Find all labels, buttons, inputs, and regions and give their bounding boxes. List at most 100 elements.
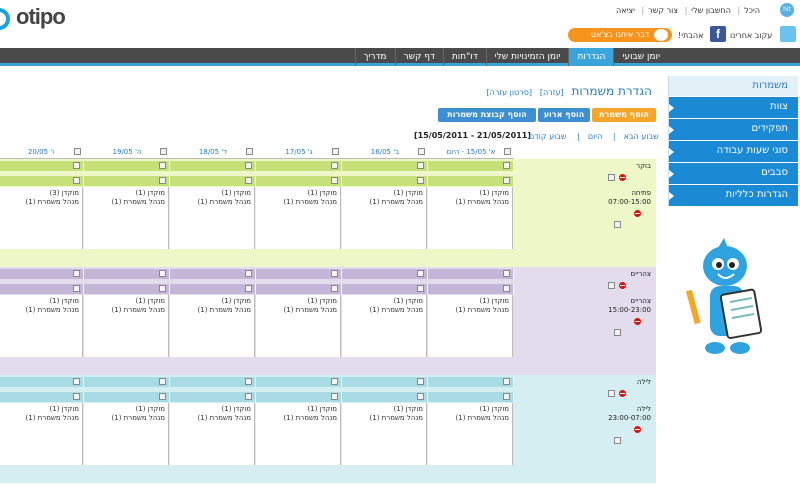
facebook-icon[interactable]: f bbox=[710, 26, 726, 42]
chat-button[interactable]: דבר איתנו בצ'אט bbox=[568, 28, 672, 42]
shift-strip-edit-icon[interactable] bbox=[331, 285, 338, 292]
strip-edit-icon[interactable] bbox=[73, 378, 80, 385]
strip-edit-icon[interactable] bbox=[245, 162, 252, 169]
day-header[interactable]: ו' 20/05 bbox=[0, 145, 84, 159]
sidebar-item-roles[interactable]: תפקידים bbox=[669, 119, 798, 140]
shift-strip-edit-icon[interactable] bbox=[73, 177, 80, 184]
strip-edit-icon[interactable] bbox=[245, 270, 252, 277]
nav-item-3[interactable]: דו"חות bbox=[442, 48, 486, 66]
add-shift-button[interactable]: הוסף משמרת bbox=[592, 108, 656, 122]
strip-edit-icon[interactable] bbox=[503, 162, 510, 169]
shift-cell[interactable]: מוקדן (1) מנהל משמרת (1) bbox=[342, 403, 427, 465]
shift-edit-icon[interactable] bbox=[614, 221, 621, 228]
shift-delete-icon[interactable] bbox=[634, 210, 641, 217]
shift-strip-edit-icon[interactable] bbox=[331, 393, 338, 400]
band-delete-icon[interactable] bbox=[619, 282, 626, 289]
strip-edit-icon[interactable] bbox=[331, 378, 338, 385]
shift-cell[interactable]: מוקדן (1) מנהל משמרת (1) bbox=[428, 295, 513, 357]
help-video-link[interactable]: [סרטון עזרה] bbox=[486, 88, 532, 97]
shift-cell[interactable]: מוקדן (1) מנהל משמרת (1) bbox=[0, 403, 83, 465]
shift-cell[interactable]: מוקדן (1) מנהל משמרת (1) bbox=[170, 403, 255, 465]
sidebar-item-rotations[interactable]: סבבים bbox=[669, 163, 798, 184]
strip-edit-icon[interactable] bbox=[331, 270, 338, 277]
shift-cell[interactable]: מוקדן (3) מנהל משמרת (1) bbox=[0, 187, 83, 249]
band-delete-icon[interactable] bbox=[619, 390, 626, 397]
strip-edit-icon[interactable] bbox=[503, 378, 510, 385]
link-hichal[interactable]: היכל bbox=[744, 6, 760, 15]
shift-edit-icon[interactable] bbox=[614, 437, 621, 444]
band-edit-icon[interactable] bbox=[608, 282, 615, 289]
shift-strip-edit-icon[interactable] bbox=[245, 177, 252, 184]
otipo-logo[interactable]: otipo bbox=[0, 4, 72, 34]
shift-strip-edit-icon[interactable] bbox=[331, 177, 338, 184]
shift-strip-edit-icon[interactable] bbox=[159, 393, 166, 400]
shift-cell[interactable]: מוקדן (1) מנהל משמרת (1) bbox=[84, 295, 169, 357]
shift-strip-edit-icon[interactable] bbox=[245, 285, 252, 292]
sidebar-item-team[interactable]: צוות bbox=[669, 97, 798, 118]
day-edit-icon[interactable] bbox=[504, 148, 511, 155]
shift-delete-icon[interactable] bbox=[634, 426, 641, 433]
strip-edit-icon[interactable] bbox=[417, 270, 424, 277]
prev-week-link[interactable]: שבוע קודם bbox=[529, 132, 567, 141]
strip-edit-icon[interactable] bbox=[331, 162, 338, 169]
sidebar-item-work-hour-types[interactable]: סוגי שעות עבודה bbox=[669, 141, 798, 162]
day-edit-icon[interactable] bbox=[160, 148, 167, 155]
shift-strip-edit-icon[interactable] bbox=[417, 177, 424, 184]
shift-cell[interactable]: מוקדן (1) מנהל משמרת (1) bbox=[84, 187, 169, 249]
strip-edit-icon[interactable] bbox=[417, 378, 424, 385]
nav-item-1[interactable]: הגדרות bbox=[568, 48, 614, 66]
shift-strip-edit-icon[interactable] bbox=[503, 285, 510, 292]
today-link[interactable]: היום bbox=[588, 132, 603, 141]
add-shift-group-button[interactable]: הוסף קבוצת משמרות bbox=[438, 108, 536, 122]
nav-item-4[interactable]: דף קשר bbox=[394, 48, 443, 66]
day-edit-icon[interactable] bbox=[246, 148, 253, 155]
day-header[interactable]: ה' 19/05 bbox=[84, 145, 170, 159]
strip-edit-icon[interactable] bbox=[73, 270, 80, 277]
add-event-button[interactable]: הוסף ארוע bbox=[538, 108, 590, 122]
strip-edit-icon[interactable] bbox=[73, 162, 80, 169]
shift-cell[interactable]: מוקדן (1) מנהל משמרת (1) bbox=[170, 187, 255, 249]
day-header[interactable]: א' 15/05 - היום bbox=[428, 145, 514, 159]
day-header[interactable]: ג' 17/05 bbox=[256, 145, 342, 159]
day-edit-icon[interactable] bbox=[332, 148, 339, 155]
nav-item-2[interactable]: יומן הזמינויות שלי bbox=[485, 48, 569, 66]
link-my-account[interactable]: החשבון שלי bbox=[691, 6, 731, 15]
twitter-icon[interactable] bbox=[780, 26, 796, 42]
shift-strip-edit-icon[interactable] bbox=[417, 393, 424, 400]
shift-edit-icon[interactable] bbox=[614, 329, 621, 336]
help-link[interactable]: [עזרה] bbox=[540, 88, 564, 97]
sidebar-item-shifts[interactable]: משמרות bbox=[669, 76, 798, 96]
shift-strip-edit-icon[interactable] bbox=[417, 285, 424, 292]
nav-item-5[interactable]: מדריך bbox=[354, 48, 395, 66]
strip-edit-icon[interactable] bbox=[159, 378, 166, 385]
strip-edit-icon[interactable] bbox=[503, 270, 510, 277]
shift-strip-edit-icon[interactable] bbox=[159, 285, 166, 292]
shift-cell[interactable]: מוקדן (1) מנהל משמרת (1) bbox=[170, 295, 255, 357]
band-edit-icon[interactable] bbox=[608, 390, 615, 397]
strip-edit-icon[interactable] bbox=[159, 270, 166, 277]
next-week-link[interactable]: שבוע הבא bbox=[624, 132, 659, 141]
link-logout[interactable]: יציאה bbox=[616, 6, 635, 15]
band-delete-icon[interactable] bbox=[619, 174, 626, 181]
shift-cell[interactable]: מוקדן (1) מנהל משמרת (1) bbox=[256, 187, 341, 249]
shift-cell[interactable]: מוקדן (1) מנהל משמרת (1) bbox=[256, 403, 341, 465]
shift-cell[interactable]: מוקדן (1) מנהל משמרת (1) bbox=[342, 187, 427, 249]
strip-edit-icon[interactable] bbox=[245, 378, 252, 385]
shift-cell[interactable]: מוקדן (1) מנהל משמרת (1) bbox=[84, 403, 169, 465]
sidebar-item-general-settings[interactable]: הגדרות כלליות bbox=[669, 185, 798, 206]
hit-badge[interactable]: hit bbox=[780, 3, 794, 17]
shift-delete-icon[interactable] bbox=[634, 318, 641, 325]
day-edit-icon[interactable] bbox=[418, 148, 425, 155]
nav-item-0[interactable]: יומן שבועי bbox=[613, 48, 668, 66]
shift-strip-edit-icon[interactable] bbox=[73, 393, 80, 400]
shift-cell[interactable]: מוקדן (1) מנהל משמרת (1) bbox=[0, 295, 83, 357]
shift-strip-edit-icon[interactable] bbox=[503, 177, 510, 184]
link-contact[interactable]: צור קשר bbox=[648, 6, 678, 15]
shift-strip-edit-icon[interactable] bbox=[245, 393, 252, 400]
shift-strip-edit-icon[interactable] bbox=[73, 285, 80, 292]
day-edit-icon[interactable] bbox=[74, 148, 81, 155]
shift-cell[interactable]: מוקדן (1) מנהל משמרת (1) bbox=[342, 295, 427, 357]
shift-strip-edit-icon[interactable] bbox=[503, 393, 510, 400]
shift-cell[interactable]: מוקדן (1) מנהל משמרת (1) bbox=[428, 403, 513, 465]
day-header[interactable]: ב' 16/05 bbox=[342, 145, 428, 159]
